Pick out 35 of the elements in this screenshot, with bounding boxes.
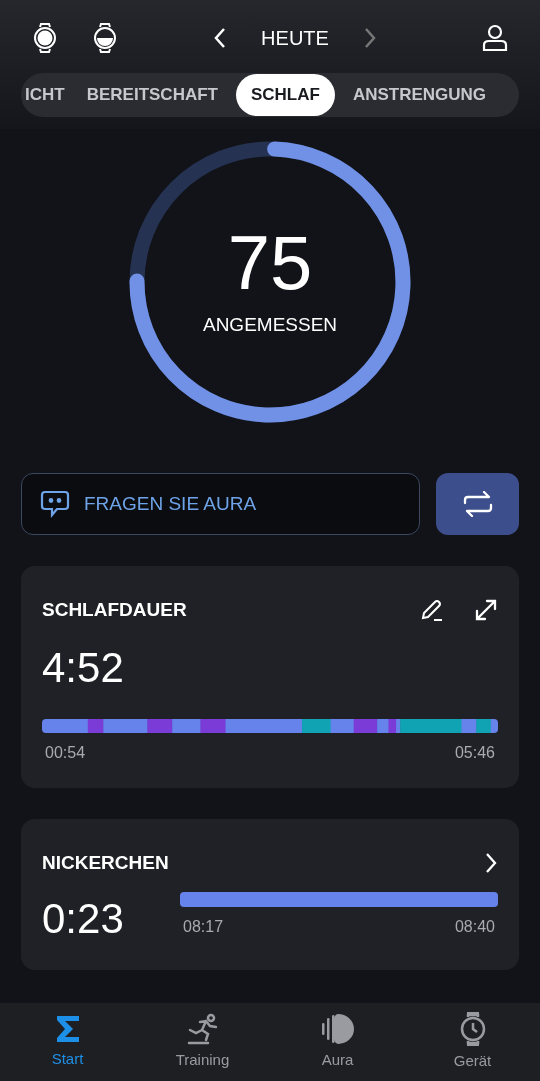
card-title: SCHLAFDAUER	[42, 598, 188, 622]
tab[interactable]: ANSTRENGUNG	[348, 74, 491, 116]
card-title: NICKERCHEN	[42, 851, 170, 875]
runner-icon	[185, 1012, 220, 1045]
date-title: HEUTE	[261, 26, 329, 51]
pencil-icon[interactable]	[420, 598, 444, 623]
aura-icon	[320, 1012, 355, 1045]
chat-icon	[40, 490, 70, 518]
watch-icon[interactable]	[32, 23, 58, 53]
score-value: 75	[227, 224, 313, 301]
sleep-duration-card[interactable]: SCHLAFDAUER 4:52 00:54 05:46	[21, 566, 519, 788]
end-time: 05:46	[454, 742, 495, 763]
tab[interactable]: SCHLAF	[235, 74, 335, 116]
nav-tab[interactable]: Start	[0, 1003, 135, 1081]
nap-card[interactable]: NICKERCHEN 0:23 08:17 08:40	[21, 819, 519, 970]
chevron-right-icon[interactable]	[484, 852, 498, 875]
chevron-left-icon[interactable]	[213, 27, 228, 49]
stopwatch-icon	[458, 1011, 487, 1046]
expand-icon[interactable]	[474, 598, 498, 623]
nap-duration: 0:23	[42, 893, 125, 940]
start-time: 08:17	[183, 916, 224, 937]
tab[interactable]: BEREITSCHAFT	[82, 74, 222, 116]
end-time: 08:40	[454, 916, 495, 937]
nav-tab[interactable]: Training	[135, 1003, 270, 1081]
score-label: ANGEMESSEN	[202, 312, 338, 337]
watch-icon[interactable]	[92, 23, 118, 53]
profile-icon[interactable]	[482, 24, 508, 52]
sleep-duration: 4:52	[42, 646, 125, 689]
swap-button[interactable]	[436, 473, 519, 535]
nav-tab[interactable]: Aura	[270, 1003, 405, 1081]
tab[interactable]: ICHT	[21, 74, 69, 116]
ask-aura-button[interactable]: FRAGEN SIE AURA	[21, 473, 420, 535]
swap-icon	[462, 491, 493, 517]
nav-tab[interactable]: Gerät	[405, 1003, 540, 1081]
start-time: 00:54	[45, 742, 86, 763]
